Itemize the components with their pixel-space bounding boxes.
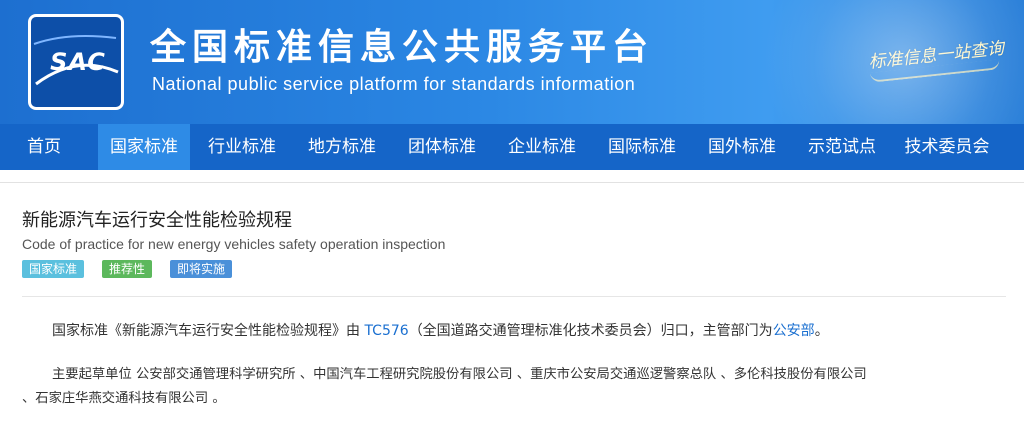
desc-mid: （全国道路交通管理标准化技术委员会）归口，主管部门为: [408, 323, 773, 339]
standard-title-en: Code of practice for new energy vehicles…: [22, 236, 446, 252]
nav-item-enterprise-standards[interactable]: 企业标准: [496, 124, 588, 170]
drafting-units-line-1: 主要起草单位 公安部交通管理科学研究所 、中国汽车工程研究院股份有限公司 、重庆…: [52, 367, 867, 382]
drafting-units-line-2: 、石家庄华燕交通科技有限公司 。: [22, 391, 226, 406]
desc-prefix: 国家标准《新能源汽车运行安全性能检验规程》由: [52, 323, 360, 339]
section-divider: [22, 296, 1006, 297]
nav-item-industry-standards[interactable]: 行业标准: [196, 124, 288, 170]
tag-recommended: 推荐性: [102, 260, 153, 278]
description-paragraph-1: 国家标准《新能源汽车运行安全性能检验规程》由 TC576（全国道路交通管理标准化…: [52, 320, 829, 342]
logo-text: SAC: [50, 48, 106, 76]
slogan-text: 标准信息一站查询: [867, 38, 1005, 73]
nav-item-group-standards[interactable]: 团体标准: [396, 124, 488, 170]
tc576-link[interactable]: TC576: [364, 323, 408, 339]
nav-item-local-standards[interactable]: 地方标准: [296, 124, 388, 170]
slogan-swoosh: [869, 59, 1001, 83]
nav-item-foreign-standards[interactable]: 国外标准: [696, 124, 788, 170]
nav-item-national-standards[interactable]: 国家标准: [98, 124, 190, 170]
content-border: [0, 182, 1024, 183]
nav-item-pilot-demo[interactable]: 示范试点: [796, 124, 888, 170]
tag-upcoming: 即将实施: [170, 260, 233, 278]
nav-item-international-standards[interactable]: 国际标准: [596, 124, 688, 170]
header-banner: SAC 全国标准信息公共服务平台 National public service…: [0, 0, 1024, 124]
tag-national-standard: 国家标准: [22, 260, 85, 278]
site-title-en: National public service platform for sta…: [152, 74, 636, 94]
sac-logo[interactable]: SAC: [28, 14, 124, 110]
site-title-cn: 全国标准信息公共服务平台: [150, 27, 655, 68]
nav-item-home[interactable]: 首页: [0, 124, 88, 170]
standard-title-cn: 新能源汽车运行安全性能检验规程: [22, 210, 292, 231]
desc-end: 。: [814, 323, 829, 339]
main-nav: 首页 国家标准 行业标准 地方标准 团体标准 企业标准 国际标准 国外标准 示范…: [0, 124, 1024, 170]
department-link[interactable]: 公安部: [773, 323, 815, 339]
nav-item-tech-committee[interactable]: 技术委员会: [892, 124, 1002, 170]
